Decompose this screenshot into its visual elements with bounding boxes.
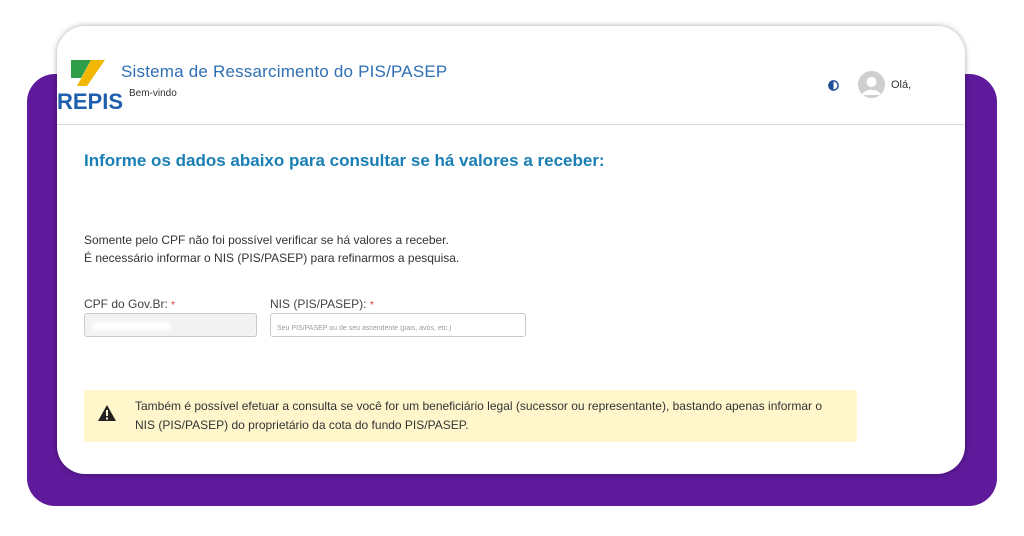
cpf-required-mark: * (171, 300, 176, 311)
info-message-line-2: É necessário informar o NIS (PIS/PASEP) … (84, 251, 460, 265)
nis-label: NIS (PIS/PASEP): * (270, 297, 374, 311)
app-title[interactable]: Sistema de Ressarcimento do PIS/PASEP (121, 62, 447, 82)
welcome-text: Bem-vindo (129, 88, 177, 99)
nis-input[interactable] (270, 313, 526, 337)
nis-label-text: NIS (PIS/PASEP): (270, 297, 367, 311)
cpf-label-text: CPF do Gov.Br: (84, 297, 168, 311)
page-heading: Informe os dados abaixo para consultar s… (84, 151, 605, 170)
app-window: REPIS Sistema de Ressarcimento do PIS/PA… (57, 26, 965, 474)
app-header: REPIS Sistema de Ressarcimento do PIS/PA… (57, 26, 965, 125)
alert-text: Também é possível efetuar a consulta se … (135, 399, 823, 432)
warning-icon (98, 405, 116, 421)
logo-text: REPIS (57, 89, 124, 114)
cpf-redacted-value (91, 322, 171, 330)
info-message-line-1: Somente pelo CPF não foi possível verifi… (84, 233, 449, 247)
contrast-icon[interactable] (828, 80, 839, 91)
nis-required-mark: * (369, 300, 374, 311)
cpf-label: CPF do Gov.Br: * (84, 297, 175, 311)
info-alert: Também é possível efetuar a consulta se … (84, 390, 857, 442)
greeting-text: Olá, (891, 79, 912, 91)
user-avatar-icon[interactable] (858, 71, 885, 98)
